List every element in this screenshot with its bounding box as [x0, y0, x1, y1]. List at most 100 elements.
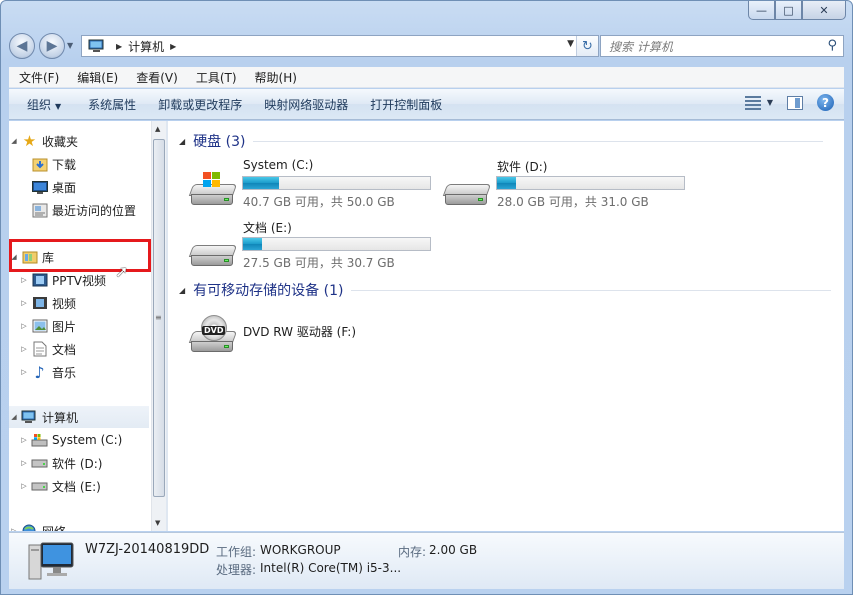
organize-button[interactable]: 组织 ▼: [9, 96, 77, 113]
caption-buttons: — □ ✕: [748, 1, 846, 20]
close-button[interactable]: ✕: [802, 1, 846, 20]
expand-icon[interactable]: ▷: [9, 527, 19, 531]
breadcrumb-separator-icon[interactable]: ▶: [170, 42, 176, 51]
menu-help[interactable]: 帮助(H): [246, 69, 306, 86]
hard-drive-icon: [188, 229, 238, 267]
expand-icon[interactable]: ▷: [19, 345, 29, 353]
sidebar-item-documents[interactable]: ▷ 文档: [19, 338, 76, 360]
sidebar-scrollbar[interactable]: ▲ ≡ ▼: [151, 121, 166, 531]
sidebar-item-computer[interactable]: ◢ 计算机: [9, 406, 149, 428]
help-icon[interactable]: ?: [817, 94, 834, 111]
sidebar-item-recent-places[interactable]: 最近访问的位置: [19, 199, 136, 221]
maximize-icon: □: [783, 3, 794, 17]
system-drive-icon: [31, 432, 48, 448]
navigation-bar: ◀ ▶ ▼ ▶ 计算机 ▶ ▼ ↻ 搜索 计算机 ⚲: [9, 31, 844, 61]
drive-name: 软件 (D:): [497, 160, 548, 174]
sidebar-item-drive-c[interactable]: ▷ System (C:): [19, 429, 122, 451]
processor-label: 处理器:: [216, 563, 257, 577]
sidebar-item-label: 图片: [52, 319, 77, 334]
computer-name: W7ZJ-20140819DD: [85, 542, 210, 557]
search-input[interactable]: 搜索 计算机 ⚲: [600, 35, 844, 57]
forward-arrow-icon: ▶: [46, 38, 58, 54]
drive-tile-c[interactable]: System (C:) 40.7 GB 可用，共 50.0 GB: [188, 158, 439, 209]
computer-icon: [28, 542, 74, 580]
sidebar-item-desktop[interactable]: 桌面: [19, 176, 76, 198]
computer-icon: [21, 409, 38, 425]
sidebar-item-label: 视频: [52, 296, 77, 311]
hard-drive-icon: [31, 478, 48, 494]
explorer-window: — □ ✕ ◀ ▶ ▼ ▶ 计算机 ▶ ▼ ↻ 搜索 计算机 ⚲ 文件(F) 编…: [0, 0, 853, 595]
collapse-icon[interactable]: ◢: [9, 137, 19, 145]
collapse-icon[interactable]: ◢: [179, 286, 185, 295]
collapse-icon[interactable]: ◢: [9, 413, 19, 421]
sidebar-item-label: 下载: [52, 157, 77, 172]
system-drive-icon: [188, 168, 238, 206]
network-icon: [21, 523, 38, 531]
sidebar-item-network[interactable]: ▷ 网络: [9, 520, 66, 531]
memory-label: 内存:: [398, 545, 427, 559]
menu-tools[interactable]: 工具(T): [187, 69, 246, 86]
expand-icon[interactable]: ▷: [19, 276, 29, 284]
sidebar-item-pictures[interactable]: ▷ 图片: [19, 315, 76, 337]
expand-icon[interactable]: ▷: [19, 299, 29, 307]
scroll-down-icon[interactable]: ▼: [155, 519, 160, 527]
breadcrumb-computer[interactable]: 计算机: [128, 38, 164, 55]
chevron-down-icon: ▼: [55, 101, 62, 111]
expand-icon[interactable]: ▷: [19, 368, 29, 376]
menu-file[interactable]: 文件(F): [9, 69, 68, 86]
sidebar-item-downloads[interactable]: 下载: [19, 153, 76, 175]
star-icon: ★: [22, 132, 37, 150]
sidebar-item-drive-e[interactable]: ▷ 文档 (E:): [19, 475, 101, 497]
pane-splitter[interactable]: [166, 121, 168, 531]
change-view-button[interactable]: ▼: [744, 95, 773, 110]
sidebar-item-favorites[interactable]: ◢ ★ 收藏夹: [9, 130, 78, 152]
maximize-button[interactable]: □: [775, 1, 802, 20]
drive-tile-dvd[interactable]: DVD DVD RW 驱动器 (F:): [188, 315, 439, 367]
drive-usage-fill: [243, 177, 279, 189]
hard-drive-icon: [31, 455, 48, 471]
expand-icon[interactable]: ▷: [19, 459, 29, 467]
refresh-icon: ↻: [582, 38, 593, 54]
sidebar-item-label: 网络: [42, 523, 66, 532]
drive-tile-d[interactable]: 软件 (D:) 28.0 GB 可用，共 31.0 GB: [442, 158, 693, 209]
drive-tile-e[interactable]: 文档 (E:) 27.5 GB 可用，共 30.7 GB: [188, 219, 439, 270]
menu-edit[interactable]: 编辑(E): [68, 69, 127, 86]
sidebar-item-music[interactable]: ▷ ♪ 音乐: [19, 361, 76, 383]
expand-icon[interactable]: ▷: [19, 436, 29, 444]
back-button[interactable]: ◀: [9, 33, 35, 59]
scroll-up-icon[interactable]: ▲: [155, 125, 160, 133]
menu-view[interactable]: 查看(V): [127, 69, 187, 86]
group-header-hard-disks[interactable]: ◢ 硬盘 (3): [179, 131, 824, 151]
minimize-button[interactable]: —: [748, 1, 775, 20]
collapse-icon[interactable]: ◢: [179, 137, 185, 146]
address-bar[interactable]: ▶ 计算机 ▶ ▼ ↻: [81, 35, 599, 57]
map-network-drive-button[interactable]: 映射网络驱动器: [253, 96, 359, 113]
open-control-panel-button[interactable]: 打开控制面板: [359, 96, 453, 113]
menu-bar: 文件(F) 编辑(E) 查看(V) 工具(T) 帮助(H): [9, 67, 844, 88]
sidebar-item-pptv-video[interactable]: ▷ PPTV视频: [19, 269, 106, 291]
recent-places-icon: [31, 202, 48, 218]
refresh-button[interactable]: ↻: [576, 36, 598, 56]
uninstall-program-button[interactable]: 卸载或更改程序: [147, 96, 253, 113]
expand-icon[interactable]: ▷: [19, 322, 29, 330]
preview-pane-icon[interactable]: [787, 95, 803, 110]
drive-usage-bar: [242, 176, 431, 190]
details-pane: W7ZJ-20140819DD 工作组: WORKGROUP 内存: 2.00 …: [9, 532, 844, 589]
expand-icon[interactable]: ▷: [19, 482, 29, 490]
dvd-badge: DVD: [202, 326, 226, 335]
drive-usage-bar: [496, 176, 685, 190]
memory-value: 2.00 GB: [429, 543, 478, 557]
drive-name: DVD RW 驱动器 (F:): [243, 325, 357, 339]
group-divider: [351, 289, 832, 291]
system-properties-button[interactable]: 系统属性: [77, 96, 147, 113]
address-dropdown-icon[interactable]: ▼: [567, 39, 574, 49]
search-icon[interactable]: ⚲: [827, 38, 837, 53]
group-header-removable-storage[interactable]: ◢ 有可移动存储的设备 (1): [179, 280, 832, 300]
forward-button[interactable]: ▶: [39, 33, 65, 59]
breadcrumb-separator-icon[interactable]: ▶: [116, 42, 122, 51]
main-area: ◢ ★ 收藏夹 下载 桌面 最近访问的位置 ◢ 库 ▷ PPTV视频 ▷ 视频 …: [9, 121, 844, 531]
recent-pages-dropdown-icon[interactable]: ▼: [67, 41, 73, 50]
hard-drive-icon: [442, 168, 492, 206]
sidebar-item-videos[interactable]: ▷ 视频: [19, 292, 76, 314]
sidebar-item-drive-d[interactable]: ▷ 软件 (D:): [19, 452, 102, 474]
